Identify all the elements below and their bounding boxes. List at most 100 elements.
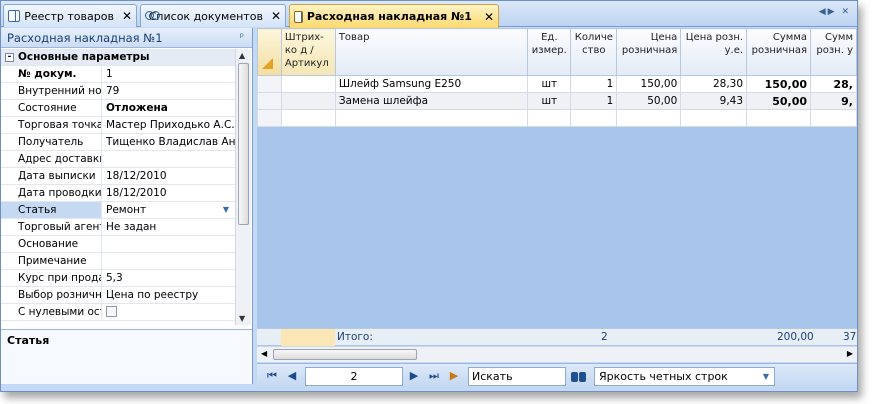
cell-sum-retail-ue[interactable]: 28,	[810, 75, 857, 93]
empty-cell[interactable]	[334, 109, 529, 127]
new-item-row[interactable]	[257, 109, 857, 127]
last-record-icon[interactable]: ⏭	[427, 369, 441, 383]
cell-product[interactable]: Шлейф Samsung E250	[334, 75, 529, 93]
cell-product[interactable]: Замена шлейфа	[334, 92, 529, 110]
property-value[interactable]	[102, 304, 235, 320]
cell-barcode[interactable]	[280, 75, 336, 93]
property-value[interactable]	[102, 253, 235, 269]
table-row[interactable]: Шлейф Samsung E250 шт 1 150,00 28,30 150…	[257, 75, 857, 93]
cell-unit[interactable]: шт	[527, 92, 572, 110]
cell-unit[interactable]: шт	[527, 75, 572, 93]
scroll-left-icon[interactable]: ◀	[261, 349, 267, 358]
tab-scroll-controls[interactable]: ◀▶ ✕	[819, 7, 851, 17]
cell-price-retail-ue[interactable]: 9,43	[680, 92, 748, 110]
scroll-thumb[interactable]	[238, 63, 249, 225]
property-value[interactable]: 5,3	[102, 270, 235, 286]
table-row[interactable]: Замена шлейфа шт 1 50,00 9,43 50,00 9,	[257, 92, 857, 110]
property-row[interactable]: Дата выписки 18/12/2010	[1, 168, 235, 185]
property-row[interactable]: ПолучательТищенко Владислав Андр	[1, 134, 235, 151]
property-value[interactable]	[102, 151, 235, 167]
cell-price-retail[interactable]: 50,00	[616, 92, 682, 110]
property-row[interactable]: Состояние Отложена	[1, 100, 235, 117]
header-sum-retail-ue[interactable]: Сумм розн. у	[810, 28, 857, 76]
row-brightness-select[interactable]: Яркость четных строк ▼	[594, 367, 775, 386]
zero-stock-checkbox[interactable]	[106, 306, 117, 317]
empty-cell[interactable]	[280, 109, 336, 127]
row-indicator[interactable]	[257, 75, 282, 93]
cell-quantity[interactable]: 1	[570, 92, 618, 110]
property-value[interactable]: Тищенко Владислав Андр	[102, 134, 235, 150]
property-row[interactable]: Внутренний ном 79	[1, 83, 235, 100]
property-value[interactable]: Отложена	[102, 100, 235, 116]
tab-product-registry[interactable]: Реестр товаров ✕	[3, 4, 137, 27]
cell-sum-retail-ue[interactable]: 9,	[810, 92, 857, 110]
property-row[interactable]: Примечание	[1, 253, 235, 270]
dropdown-arrow-icon[interactable]: ▼	[223, 202, 229, 218]
scroll-right-icon[interactable]: ▶	[847, 349, 853, 358]
property-value[interactable]: Мастер Приходько А.С.	[102, 117, 235, 133]
empty-cell[interactable]	[810, 109, 857, 127]
scroll-up-icon[interactable]: ▲	[239, 51, 245, 60]
header-price-retail[interactable]: Цена розничная	[616, 28, 682, 76]
property-row[interactable]: Торговая точка Мастер Приходько А.С.	[1, 117, 235, 134]
pin-icon[interactable]: ᵖ	[240, 32, 244, 43]
cell-price-retail-ue[interactable]: 28,30	[680, 75, 748, 93]
header-unit[interactable]: Ед. измер.	[527, 28, 572, 76]
property-value[interactable]: Не задан	[102, 219, 235, 235]
next-record-icon[interactable]: ▶	[407, 369, 421, 383]
property-value[interactable]: 18/12/2010	[102, 185, 235, 201]
close-icon[interactable]: ✕	[484, 10, 494, 24]
horizontal-scrollbar[interactable]: ◀ ▶	[257, 346, 857, 362]
property-row[interactable]: Дата проводки 18/12/2010	[1, 185, 235, 202]
property-value[interactable]: 1	[102, 66, 235, 82]
header-barcode[interactable]: Штрих-ко д / Артикул	[280, 28, 336, 76]
prev-record-icon[interactable]: ◀	[285, 369, 299, 383]
dropdown-arrow-icon[interactable]: ▼	[763, 368, 769, 385]
property-value[interactable]: 18/12/2010	[102, 168, 235, 184]
property-row[interactable]: № докум. 1	[1, 66, 235, 83]
first-record-icon[interactable]: ⏮	[265, 369, 279, 383]
scroll-down-icon[interactable]: ▼	[239, 314, 245, 323]
empty-cell[interactable]	[527, 109, 572, 127]
row-indicator[interactable]	[257, 109, 282, 127]
property-row[interactable]: С нулевыми ост	[1, 304, 235, 321]
cell-price-retail[interactable]: 150,00	[616, 75, 682, 93]
empty-cell[interactable]	[746, 109, 812, 127]
cell-barcode[interactable]	[280, 92, 336, 110]
property-value[interactable]: Ремонт ▼	[102, 202, 235, 218]
property-row[interactable]: Торговый агент Не задан	[1, 219, 235, 236]
empty-cell[interactable]	[680, 109, 748, 127]
property-row[interactable]: Выбор розничн Цена по реестру	[1, 287, 235, 304]
binoculars-search-icon[interactable]	[570, 369, 588, 383]
cell-quantity[interactable]: 1	[570, 75, 618, 93]
tab-document-list[interactable]: Список документов ✕	[140, 4, 286, 27]
empty-cell[interactable]	[570, 109, 618, 127]
property-scrollbar[interactable]: ▲ ▼	[235, 49, 251, 325]
property-value-text: Ремонт	[106, 204, 147, 216]
header-quantity[interactable]: Количе ство	[570, 28, 618, 76]
cell-sum-retail[interactable]: 150,00	[746, 75, 812, 93]
page-number-field[interactable]: 2	[305, 367, 403, 386]
empty-cell[interactable]	[616, 109, 682, 127]
scroll-thumb[interactable]	[273, 349, 417, 360]
close-icon[interactable]: ✕	[271, 9, 281, 23]
property-value[interactable]	[102, 236, 235, 252]
close-icon[interactable]: ✕	[122, 9, 132, 23]
search-input[interactable]: Искать	[468, 367, 566, 386]
cell-sum-retail[interactable]: 50,00	[746, 92, 812, 110]
row-indicator[interactable]	[257, 92, 282, 110]
category-row[interactable]: - Основные параметры	[1, 49, 235, 66]
property-row[interactable]: Основание	[1, 236, 235, 253]
property-value[interactable]: Цена по реестру	[102, 287, 235, 303]
property-row[interactable]: Адрес доставки	[1, 151, 235, 168]
property-value[interactable]: 79	[102, 83, 235, 99]
header-sum-retail[interactable]: Сумма розничная	[746, 28, 812, 76]
tab-sales-invoice[interactable]: Расходная накладная №1 ✕	[289, 4, 499, 28]
property-row[interactable]: Статья Ремонт ▼	[1, 202, 235, 219]
header-product[interactable]: Товар	[334, 28, 529, 76]
collapse-icon[interactable]: -	[5, 53, 14, 62]
column-chooser-corner[interactable]	[257, 28, 282, 76]
property-row[interactable]: Курс при прода 5,3	[1, 270, 235, 287]
header-price-retail-ue[interactable]: Цена розн. у.е.	[680, 28, 748, 76]
new-record-icon[interactable]: ▶	[447, 369, 461, 383]
